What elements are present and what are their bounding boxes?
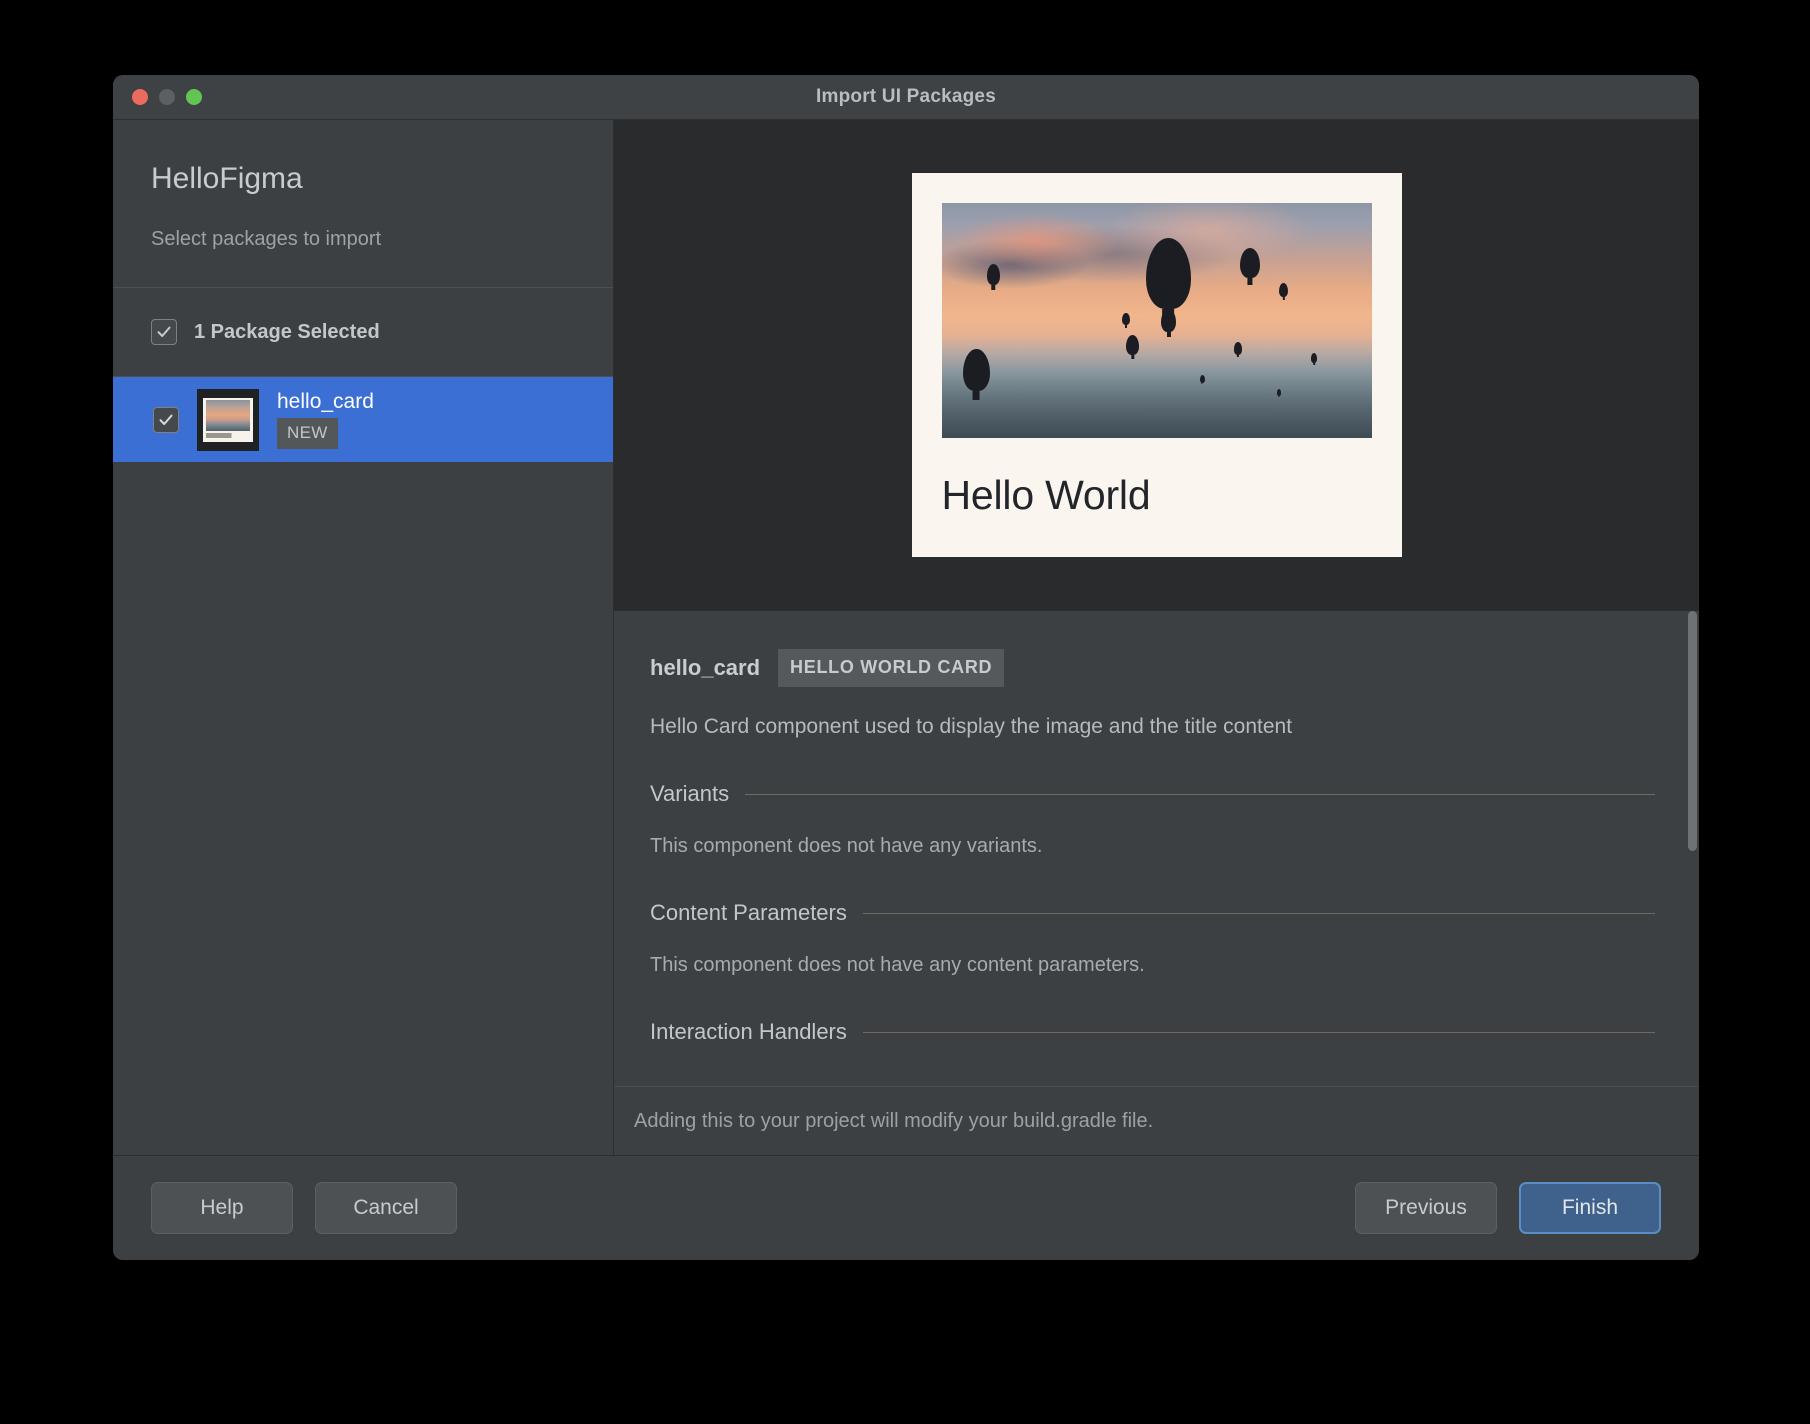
- balloon-icon: [1279, 282, 1289, 297]
- balloon-icon: [1199, 374, 1205, 383]
- balloon-icon: [963, 348, 990, 391]
- window-body: HelloFigma Select packages to import 1 P…: [113, 120, 1699, 1155]
- footer-left-buttons: Help Cancel: [151, 1182, 457, 1234]
- component-preview: Hello World: [614, 120, 1699, 610]
- list-item[interactable]: hello_card NEW: [113, 377, 613, 462]
- section-title: Variants: [650, 781, 730, 806]
- project-name: HelloFigma: [151, 162, 303, 195]
- right-pane: Hello World hello_card HELLO WORLD CARD …: [614, 120, 1699, 1155]
- detail-component-name: hello_card: [650, 655, 761, 680]
- balloon-icon: [1276, 388, 1282, 396]
- finish-button[interactable]: Finish: [1519, 1182, 1661, 1234]
- minimize-icon[interactable]: [159, 89, 175, 105]
- details-headline: hello_card HELLO WORLD CARD: [650, 649, 1655, 687]
- import-ui-packages-window: Import UI Packages HelloFigma Select pac…: [113, 75, 1699, 1260]
- traffic-light-group: [132, 89, 202, 105]
- detail-description: Hello Card component used to display the…: [650, 715, 1293, 738]
- package-list: hello_card NEW: [113, 377, 613, 1155]
- select-all-row[interactable]: 1 Package Selected: [113, 288, 613, 377]
- package-thumbnail-caption: [206, 432, 250, 438]
- build-gradle-note: Adding this to your project will modify …: [614, 1086, 1699, 1155]
- section-divider: [745, 793, 1655, 795]
- details-scrollbar-thumb[interactable]: [1688, 611, 1697, 851]
- balloon-photo: [941, 203, 1372, 438]
- section-divider: [862, 1031, 1655, 1033]
- balloon-icon: [1126, 334, 1140, 355]
- balloon-icon: [1311, 353, 1318, 363]
- balloon-icon: [1122, 313, 1130, 326]
- package-name: hello_card: [277, 390, 374, 413]
- sidebar: HelloFigma Select packages to import 1 P…: [113, 120, 614, 1155]
- check-icon: [159, 414, 173, 425]
- select-all-label: 1 Package Selected: [194, 320, 380, 343]
- cancel-button[interactable]: Cancel: [315, 1182, 457, 1234]
- check-icon: [157, 326, 171, 337]
- section-body-variants: This component does not have any variant…: [650, 835, 1043, 857]
- details-scrollbar[interactable]: [1686, 611, 1699, 1086]
- section-header-interaction-handlers: Interaction Handlers: [650, 1019, 1655, 1045]
- component-details: hello_card HELLO WORLD CARD Hello Card c…: [614, 610, 1699, 1086]
- balloon-icon: [1145, 238, 1191, 309]
- section-header-variants: Variants: [650, 781, 1655, 807]
- package-meta: hello_card NEW: [277, 390, 374, 449]
- window-title: Import UI Packages: [816, 86, 996, 107]
- footer-right-buttons: Previous Finish: [1355, 1182, 1661, 1234]
- package-thumbnail-image: [206, 399, 250, 431]
- balloon-icon: [1160, 308, 1177, 333]
- detail-component-tag: HELLO WORLD CARD: [778, 649, 1005, 687]
- dialog-footer: Help Cancel Previous Finish: [113, 1155, 1699, 1260]
- package-thumbnail-card: [203, 397, 253, 442]
- section-body-content-parameters: This component does not have any content…: [650, 954, 1145, 976]
- sidebar-subtitle: Select packages to import: [151, 228, 382, 250]
- balloon-icon: [1233, 341, 1243, 355]
- close-icon[interactable]: [132, 89, 148, 105]
- hello-card-preview: Hello World: [911, 173, 1402, 557]
- zoom-icon[interactable]: [186, 89, 202, 105]
- section-header-content-parameters: Content Parameters: [650, 900, 1655, 926]
- status-badge: NEW: [277, 418, 338, 449]
- previous-button[interactable]: Previous: [1355, 1182, 1497, 1234]
- package-thumbnail: [197, 388, 259, 451]
- select-all-checkbox[interactable]: [151, 319, 177, 345]
- section-divider: [862, 912, 1655, 914]
- section-title: Interaction Handlers: [650, 1019, 847, 1044]
- details-scroll-area: hello_card HELLO WORLD CARD Hello Card c…: [614, 611, 1699, 1086]
- balloon-icon: [986, 264, 1000, 286]
- sidebar-header: HelloFigma Select packages to import: [113, 120, 613, 288]
- package-checkbox[interactable]: [153, 406, 179, 433]
- section-title: Content Parameters: [650, 900, 847, 925]
- window-titlebar: Import UI Packages: [113, 75, 1699, 120]
- card-title: Hello World: [941, 472, 1151, 518]
- balloon-icon: [1240, 247, 1261, 279]
- screen-root: Import UI Packages HelloFigma Select pac…: [0, 0, 1810, 1424]
- help-button[interactable]: Help: [151, 1182, 293, 1234]
